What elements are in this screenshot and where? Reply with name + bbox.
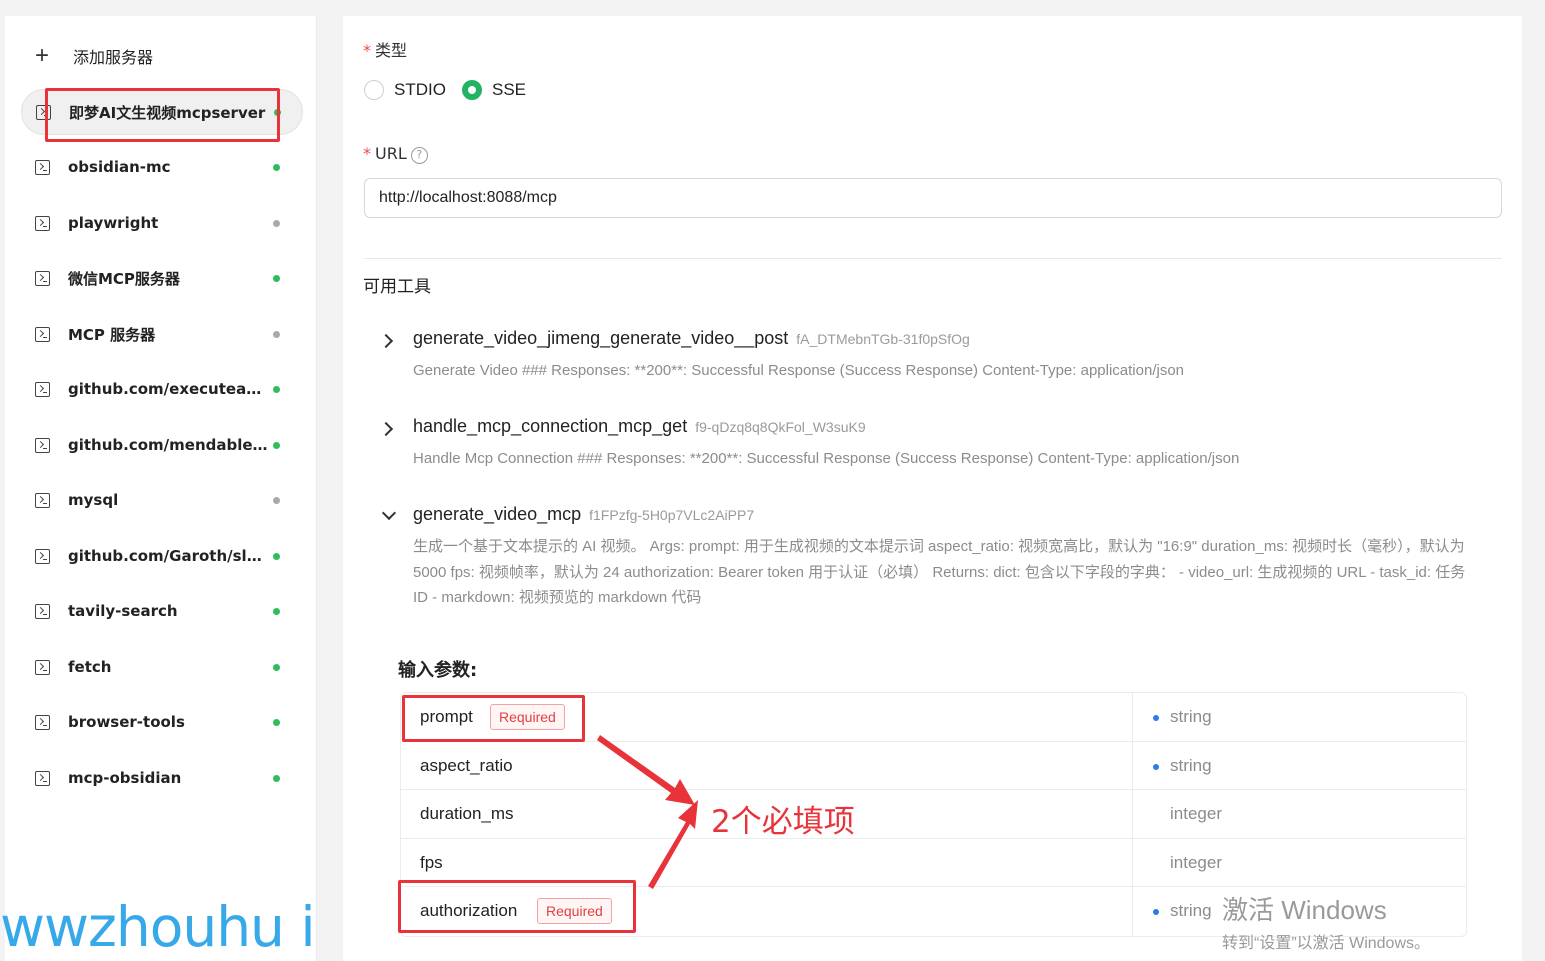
- arrow-to-prompt: [597, 735, 695, 805]
- activate-subtitle: 转到“设置”以激活 Windows。: [1222, 935, 1431, 952]
- annotation-text: 2个必填项: [711, 804, 855, 840]
- watermark-text: wwzhouhu i: [0, 895, 316, 959]
- arrow-to-authorization: [648, 800, 698, 889]
- activate-title: 激活 Windows: [1222, 895, 1387, 925]
- activate-windows-notice: 激活 Windows 转到“设置”以激活 Windows。: [1222, 890, 1430, 953]
